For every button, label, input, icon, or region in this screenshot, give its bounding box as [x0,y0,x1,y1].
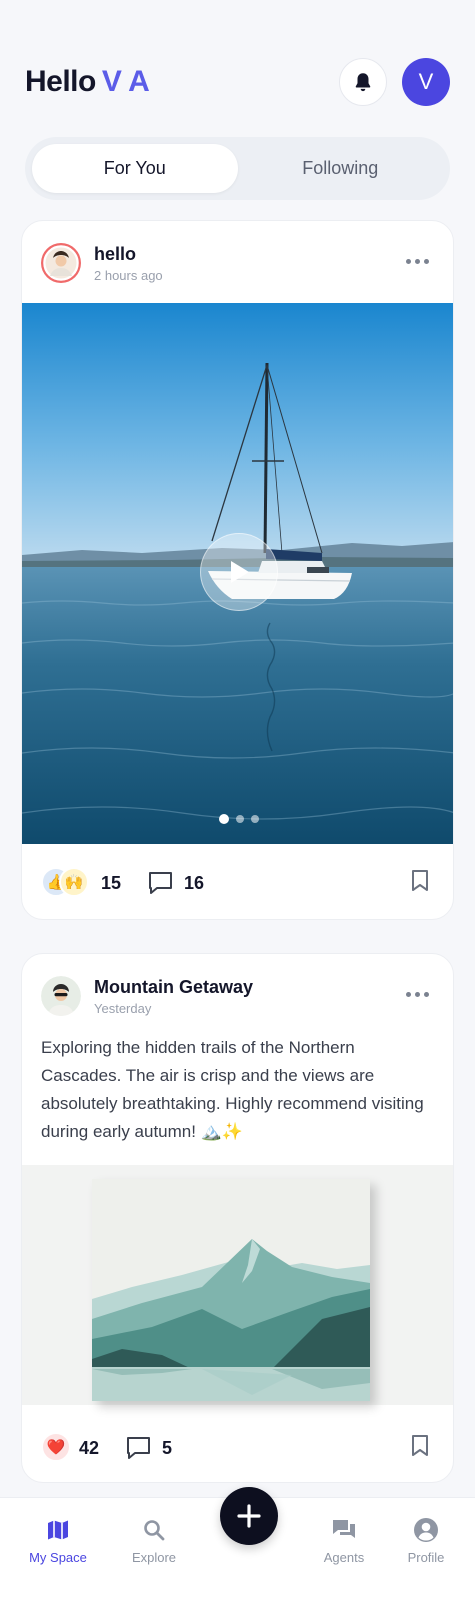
nav-label: Profile [407,1550,445,1565]
comment-icon [127,1437,151,1459]
carousel-dot[interactable] [250,815,259,823]
avatar[interactable] [41,976,81,1016]
comments-button[interactable]: 5 [125,1435,172,1461]
reaction-count: 42 [79,1437,100,1458]
user-icon [412,1516,440,1544]
post-body-text: Exploring the hidden trails of the North… [41,1038,424,1141]
more-dot-icon [423,991,429,997]
post-header: hello 2 hours ago [41,243,434,283]
more-dot-icon [414,991,420,997]
post-card: Mountain Getaway Yesterday Exploring the… [21,953,454,1483]
greeting-name: V A [101,65,150,98]
tab-for-you[interactable]: For You [32,144,238,193]
nav-agents[interactable]: Agents [304,1516,384,1565]
bell-icon [355,73,371,92]
post-card: hello 2 hours ago 👍 🙌 15 16 [21,220,454,920]
search-icon [140,1516,168,1544]
more-options-button[interactable] [402,986,432,1002]
post-actions: ❤️ 42 5 [41,1430,434,1466]
create-post-button[interactable] [220,1487,278,1545]
comment-icon [149,872,173,894]
raised-hands-icon: 🙌 [59,867,89,897]
reactions-button[interactable]: ❤️ [41,1432,71,1464]
mountain-image [92,1179,370,1401]
nav-explore[interactable]: Explore [114,1516,194,1565]
post-username[interactable]: hello [94,244,136,265]
post-image[interactable] [22,1165,453,1405]
chat-icon [330,1516,358,1544]
more-options-button[interactable] [402,253,432,269]
carousel-dot[interactable] [218,814,229,824]
more-dot-icon [405,991,411,997]
avatar[interactable] [41,243,81,283]
play-button[interactable] [200,533,278,611]
more-dot-icon [405,258,411,264]
mountain-artwork [92,1179,370,1401]
heart-icon: ❤️ [41,1432,71,1462]
comment-count: 5 [162,1437,173,1458]
nav-label: Agents [323,1550,365,1565]
comment-count: 16 [184,872,205,893]
reactions-button[interactable]: 👍 🙌 [41,867,93,899]
post-username[interactable]: Mountain Getaway [94,977,253,998]
greeting: Hello V A [25,65,150,99]
post-header: Mountain Getaway Yesterday [41,976,434,1016]
nav-profile[interactable]: Profile [386,1516,466,1565]
greeting-hello: Hello [25,65,96,98]
reaction-count: 15 [101,872,122,893]
user-avatar-image [41,976,81,1016]
nav-my-space[interactable]: My Space [18,1516,98,1565]
plus-icon [237,1504,261,1528]
profile-avatar-button[interactable]: V [402,58,450,106]
play-icon [231,561,249,583]
carousel-dot[interactable] [235,815,244,823]
tab-following[interactable]: Following [238,144,444,193]
header: Hello V A V [25,56,450,108]
bookmark-icon[interactable] [410,869,430,893]
bookmark-icon[interactable] [410,1434,430,1458]
notifications-button[interactable] [339,58,387,106]
carousel-indicator [22,814,453,824]
post-video[interactable] [22,303,453,844]
user-avatar-image [41,243,81,283]
post-timestamp: 2 hours ago [94,268,163,283]
comments-button[interactable]: 16 [147,870,204,896]
more-dot-icon [423,258,429,264]
post-timestamp: Yesterday [94,1001,152,1016]
more-dot-icon [414,258,420,264]
post-actions: 👍 🙌 15 16 [41,865,434,901]
nav-label: My Space [29,1550,87,1565]
nav-label: Explore [131,1550,177,1565]
feed-tabs: For You Following [25,137,450,200]
header-actions: V [339,58,450,106]
map-icon [44,1516,72,1544]
